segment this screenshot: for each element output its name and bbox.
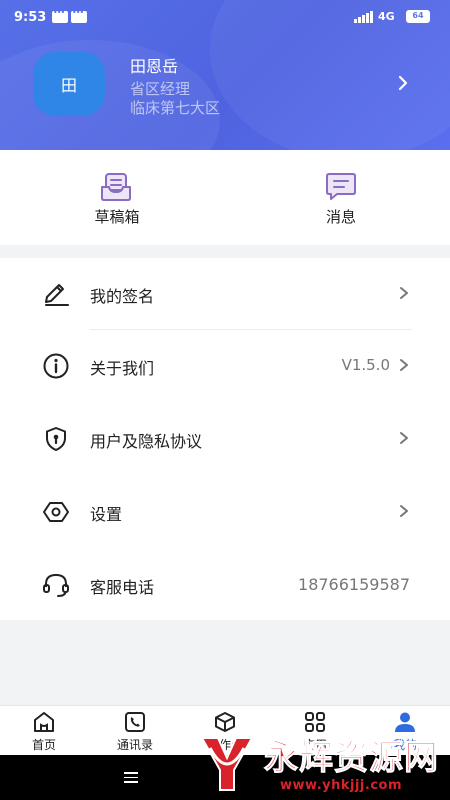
messages-label: 消息	[325, 208, 356, 226]
message-icon	[326, 173, 356, 200]
avatar-text: 田	[60, 76, 77, 95]
list-item-privacy[interactable]: 用户及隐私协议	[0, 403, 450, 475]
signal-icon	[354, 11, 373, 23]
drafts-button[interactable]: 草稿箱	[77, 172, 157, 227]
drafts-inbox-icon	[101, 173, 131, 201]
list-item-label: 关于我们	[90, 359, 155, 378]
phone-number[interactable]: 18766159587	[298, 575, 410, 594]
profile-header[interactable]: 9:53 4G 64 田 田恩岳 省区经理 临床第七大区	[0, 0, 450, 150]
watermark-text: 永辉资源网	[264, 738, 439, 779]
version-text: V1.5.0	[341, 356, 390, 374]
tab-label: 首页	[31, 738, 56, 752]
status-time: 9:53	[14, 10, 47, 25]
battery-icon: 64	[406, 10, 430, 23]
messages-button[interactable]: 消息	[301, 172, 381, 227]
settings-list: 我的签名 关于我们 V1.5.0 用户及隐私协议 设置 客服电话 1876615…	[0, 258, 450, 620]
chevron-right-icon	[400, 287, 408, 299]
user-name: 田恩岳	[130, 57, 179, 76]
user-role: 省区经理	[130, 80, 191, 98]
watermark-logo-icon	[200, 737, 254, 791]
list-item-label: 我的签名	[90, 287, 155, 306]
message-notification-icon	[71, 8, 87, 23]
list-item-about[interactable]: 关于我们 V1.5.0	[0, 330, 450, 402]
list-item-label: 设置	[90, 505, 123, 524]
chevron-right-icon	[400, 505, 408, 517]
status-bar: 9:53 4G 64	[0, 0, 450, 34]
chevron-right-icon	[400, 432, 408, 444]
privacy-shield-icon	[46, 427, 66, 451]
menu-icon[interactable]	[124, 772, 138, 786]
watermark-url: www.yhkjjj.com	[280, 778, 403, 793]
watermark: 永辉资源网 www.yhkjjj.com	[196, 728, 450, 800]
drafts-label: 草稿箱	[94, 208, 140, 226]
info-icon	[43, 353, 69, 379]
list-item-customer-service[interactable]: 客服电话 18766159587	[0, 549, 450, 621]
chevron-right-icon	[400, 359, 408, 371]
list-item-label: 客服电话	[90, 578, 155, 597]
settings-hexagon-icon	[43, 502, 69, 522]
list-item-signature[interactable]: 我的签名	[0, 258, 450, 330]
signature-pen-icon	[45, 284, 69, 306]
contacts-icon	[125, 712, 145, 732]
list-item-label: 用户及隐私协议	[90, 432, 203, 451]
quick-actions: 草稿箱 消息	[0, 150, 450, 245]
avatar[interactable]: 田	[33, 52, 105, 116]
headset-icon	[43, 573, 69, 597]
list-item-settings[interactable]: 设置	[0, 476, 450, 548]
tab-home[interactable]: 首页	[9, 710, 79, 753]
message-notification-icon	[52, 8, 68, 23]
home-icon	[34, 712, 54, 732]
network-type: 4G	[378, 10, 395, 23]
tab-contacts[interactable]: 通讯录	[100, 710, 170, 753]
user-region: 临床第七大区	[130, 99, 221, 117]
tab-label: 通讯录	[116, 738, 153, 752]
chevron-right-icon[interactable]	[394, 74, 412, 92]
